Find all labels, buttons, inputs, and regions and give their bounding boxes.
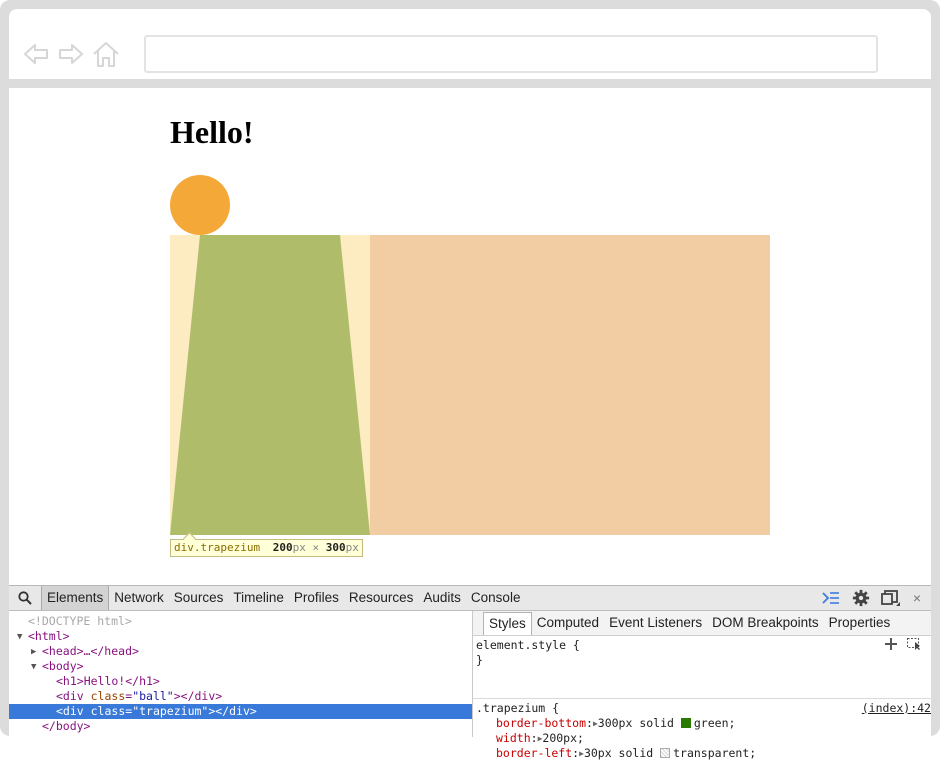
subtab-event-listeners[interactable]: Event Listeners	[604, 612, 707, 634]
attr-value: "ball"	[132, 689, 174, 703]
dom-tree: <!DOCTYPE html> ▼ <html> ▶ <head>…</head…	[9, 611, 473, 737]
url-input[interactable]	[144, 35, 878, 73]
browser-toolbar	[9, 9, 931, 79]
tooltip-height-unit: px	[345, 541, 359, 554]
tab-console[interactable]: Console	[466, 586, 526, 610]
tab-resources[interactable]: Resources	[344, 586, 419, 610]
back-arrow-icon[interactable]	[22, 40, 50, 68]
property-keyword: green;	[693, 716, 736, 730]
body-tag: <body>	[42, 659, 84, 673]
home-icon[interactable]	[92, 40, 120, 68]
property-keyword: transparent;	[673, 746, 757, 760]
devtools-toolbar: Elements Network Sources Timeline Profil…	[9, 586, 931, 611]
collapsed-triangle-icon[interactable]: ▶	[31, 647, 36, 657]
tab-elements[interactable]: Elements	[41, 586, 110, 610]
element-style-close: }	[476, 653, 483, 667]
expand-triangle-icon[interactable]: ▼	[31, 662, 36, 672]
attr-name: class	[90, 704, 126, 718]
div-close-tag: ></div>	[208, 704, 257, 718]
property-value: 200px;	[542, 731, 584, 745]
rule-selector[interactable]: .trapezium {	[476, 701, 559, 716]
tab-audits[interactable]: Audits	[418, 586, 466, 610]
property-value: 300px solid	[597, 716, 681, 730]
tooltip-width-unit: px	[292, 541, 306, 554]
plus-icon[interactable]	[885, 638, 897, 650]
dom-node-doctype[interactable]: <!DOCTYPE html>	[28, 614, 132, 629]
property-name: border-left	[496, 746, 573, 760]
property-colon: :	[572, 746, 580, 760]
declaration-border-bottom[interactable]: border-bottom:▶300px solid green;	[496, 716, 735, 731]
tooltip-times: ×	[312, 541, 320, 554]
console-drawer-icon[interactable]	[821, 589, 841, 607]
dom-node-body[interactable]: <body>	[42, 659, 84, 674]
style-actions	[885, 638, 923, 650]
ball	[170, 175, 230, 235]
subtab-computed[interactable]: Computed	[532, 612, 604, 634]
forward-arrow-icon[interactable]	[57, 40, 85, 68]
tooltip-width: 200	[272, 541, 293, 554]
head-tag: <head>…</head>	[42, 644, 139, 658]
property-name: width	[496, 731, 531, 745]
subtab-properties[interactable]: Properties	[824, 612, 896, 634]
tab-profiles[interactable]: Profiles	[289, 586, 344, 610]
devtools-panel: Elements Network Sources Timeline Profil…	[9, 585, 931, 760]
styles-pane: Styles Computed Event Listeners DOM Brea…	[473, 611, 931, 760]
margin-highlight	[370, 235, 770, 535]
dom-node-ball[interactable]: <div class="ball"></div>	[56, 689, 222, 704]
tooltip-height: 300	[325, 541, 346, 554]
devtools-actions: ×	[821, 589, 923, 607]
div-open-tag: <div	[56, 704, 91, 718]
rule-source-link[interactable]: (index):42	[862, 701, 931, 715]
dock-icon[interactable]	[881, 589, 901, 607]
attr-value: "trapezium"	[132, 704, 209, 718]
property-colon: :	[530, 731, 538, 745]
subtab-dom-breakpoints[interactable]: DOM Breakpoints	[707, 612, 824, 634]
div-close-tag: ></div>	[173, 689, 223, 703]
div-open-tag: <div	[56, 689, 91, 703]
dom-node-h1[interactable]: <h1>Hello!</h1>	[56, 674, 160, 689]
declaration-width[interactable]: width:▶200px;	[496, 731, 584, 746]
gear-icon[interactable]	[851, 589, 871, 607]
dom-node-body-close[interactable]: </body>	[42, 719, 90, 734]
element-tooltip: div.trapezium 200px × 300px	[170, 532, 363, 557]
attr-name: class	[90, 689, 126, 703]
rule-divider	[473, 698, 931, 699]
devtools-tabs: Elements Network Sources Timeline Profil…	[41, 586, 525, 610]
doctype-text: <!DOCTYPE html>	[28, 614, 132, 628]
styles-subtabs: Styles Computed Event Listeners DOM Brea…	[473, 611, 931, 636]
html-tag: <html>	[28, 629, 70, 643]
tab-timeline[interactable]: Timeline	[228, 586, 289, 610]
expand-triangle-icon[interactable]: ▼	[17, 632, 22, 642]
color-swatch[interactable]	[660, 748, 671, 758]
search-icon[interactable]	[18, 591, 32, 605]
declaration-border-left[interactable]: border-left:▶30px solid transparent;	[496, 746, 756, 761]
dom-node-html[interactable]: <html>	[28, 629, 70, 644]
element-style-open[interactable]: element.style {	[476, 638, 580, 653]
element-state-icon[interactable]	[907, 638, 923, 650]
dom-node-head[interactable]: <head>…</head>	[42, 644, 139, 659]
subtab-styles[interactable]: Styles	[483, 611, 532, 635]
body-close-tag: </body>	[42, 719, 91, 733]
dom-node-trapezium[interactable]: <div class="trapezium"></div>	[9, 704, 472, 719]
property-colon: :	[586, 716, 593, 730]
tab-sources[interactable]: Sources	[169, 586, 229, 610]
trapezium	[170, 235, 370, 535]
h1-tag: <h1>Hello!</h1>	[56, 674, 160, 688]
color-swatch[interactable]	[680, 718, 691, 728]
property-name: border-bottom	[496, 716, 587, 730]
page-viewport: Hello! div.trapezium 200px × 300px	[9, 88, 931, 585]
close-icon[interactable]: ×	[911, 589, 923, 607]
tab-network[interactable]: Network	[109, 586, 169, 610]
page-heading: Hello!	[170, 114, 254, 150]
property-value: 30px solid	[583, 746, 661, 760]
